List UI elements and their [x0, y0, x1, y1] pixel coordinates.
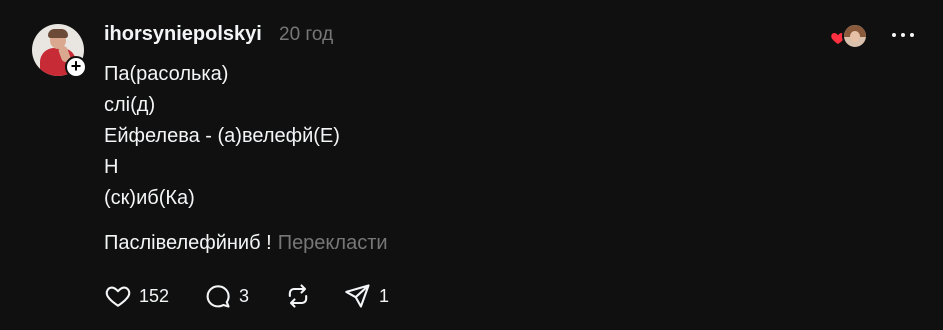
post-line: Ейфелева - (а)велефй(Е) — [104, 125, 340, 147]
author-avatar[interactable]: + — [32, 24, 87, 78]
heart-icon — [105, 286, 131, 307]
post-line: (ск)иб(Ка) — [104, 187, 195, 209]
post: + ihorsyniepolskyi 20 год Па(расолька) с… — [0, 0, 943, 330]
post-final-line: Паслівелефйниб ! Перекласти — [104, 232, 388, 255]
plus-icon[interactable]: + — [65, 56, 87, 78]
more-icon[interactable] — [890, 25, 916, 45]
repost-icon — [288, 284, 308, 308]
post-text: Па(расолька) слі(д) Ейфелева - (а)велефй… — [104, 59, 340, 214]
repost-button[interactable] — [284, 282, 312, 310]
share-count: 1 — [379, 285, 390, 306]
username[interactable]: ihorsyniepolskyi — [104, 23, 262, 46]
share-button[interactable]: 1 — [344, 282, 389, 310]
post-line: Н — [104, 156, 119, 178]
comment-button[interactable]: 3 — [204, 282, 249, 310]
liked-by-indicator[interactable] — [830, 22, 868, 49]
post-time[interactable]: 20 год — [279, 24, 333, 46]
like-button[interactable]: 152 — [104, 282, 169, 310]
send-icon — [345, 284, 370, 308]
comment-icon — [206, 285, 230, 308]
liker-avatar[interactable] — [842, 23, 868, 49]
comment-count: 3 — [239, 285, 250, 306]
post-line: Па(расолька) — [104, 63, 229, 85]
like-count: 152 — [139, 285, 170, 306]
post-line: слі(д) — [104, 94, 156, 116]
post-final-text: Паслівелефйниб ! — [104, 232, 272, 254]
translate-link[interactable]: Перекласти — [278, 232, 388, 254]
